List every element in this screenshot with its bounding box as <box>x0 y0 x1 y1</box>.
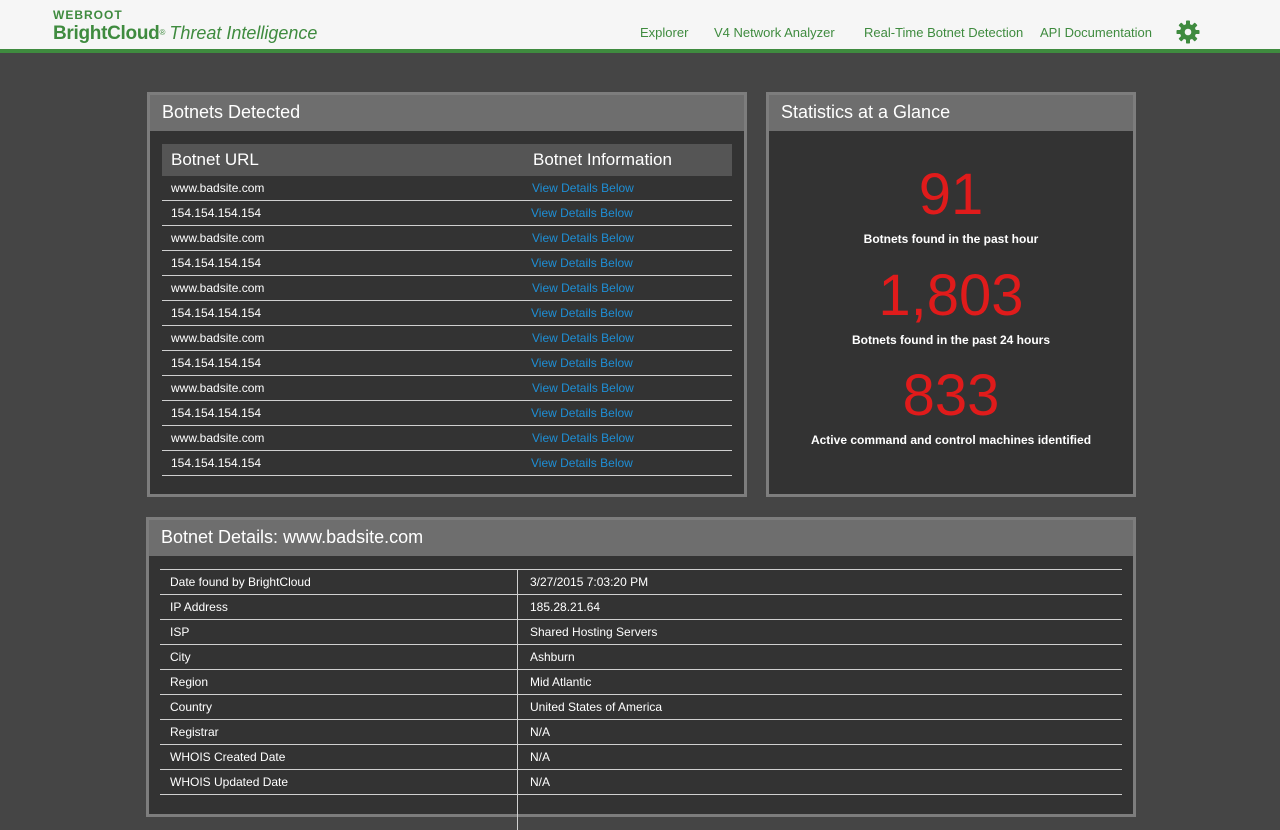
stat-active-cc-machines-value: 833 <box>902 363 1000 428</box>
botnet-url: www.badsite.com <box>171 331 265 345</box>
stat-active-cc-machines-label: Active command and control machines iden… <box>810 433 1092 447</box>
table-row: www.badsite.com View Details Below <box>162 426 732 451</box>
detail-value: United States of America <box>530 700 663 714</box>
botnet-url: 154.154.154.154 <box>171 356 262 370</box>
logo-brand: BrightCloud <box>53 23 160 44</box>
botnet-details-title: Botnet Details: www.badsite.com <box>149 520 1133 556</box>
view-details-link[interactable]: View Details Below <box>532 176 634 201</box>
view-details-link[interactable]: View Details Below <box>531 401 633 426</box>
top-header: WEBROOT BrightCloud® Threat Intelligence … <box>0 0 1280 53</box>
nav-api-documentation[interactable]: API Documentation <box>1040 25 1152 40</box>
botnet-url: www.badsite.com <box>171 231 265 245</box>
botnet-url: www.badsite.com <box>171 281 265 295</box>
detail-row: Country United States of America <box>160 695 1122 720</box>
detail-key: Registrar <box>170 725 219 739</box>
view-details-link[interactable]: View Details Below <box>531 451 633 476</box>
detail-key: WHOIS Updated Date <box>170 775 289 789</box>
botnet-details-table: Date found by BrightCloud 3/27/2015 7:03:… <box>160 569 1122 830</box>
botnet-url: www.badsite.com <box>171 381 265 395</box>
table-row: 154.154.154.154 View Details Below <box>162 201 732 226</box>
botnet-url: www.badsite.com <box>171 431 265 445</box>
view-details-link[interactable]: View Details Below <box>532 276 634 301</box>
botnets-table-header: Botnet URL Botnet Information <box>162 144 732 176</box>
gear-icon[interactable] <box>1176 20 1200 44</box>
detail-row: ISP Shared Hosting Servers <box>160 620 1122 645</box>
table-row: www.badsite.com View Details Below <box>162 226 732 251</box>
nav-v4-network-analyzer[interactable]: V4 Network Analyzer <box>714 25 835 40</box>
detail-row: WHOIS Updated Date N/A <box>160 770 1122 795</box>
detail-key: Date found by BrightCloud <box>170 575 311 589</box>
detail-key: ISP <box>170 625 190 639</box>
view-details-link[interactable]: View Details Below <box>531 251 633 276</box>
detail-value: Ashburn <box>530 650 575 664</box>
table-row: www.badsite.com View Details Below <box>162 376 732 401</box>
logo-subtitle: Threat Intelligence <box>169 23 318 43</box>
detail-row: Date found by BrightCloud 3/27/2015 7:03:… <box>160 570 1122 595</box>
view-details-link[interactable]: View Details Below <box>531 301 633 326</box>
detail-row: Registrar N/A <box>160 720 1122 745</box>
statistics-panel: Statistics at a Glance 91 Botnets found … <box>766 92 1136 497</box>
detail-key: City <box>170 650 191 664</box>
botnet-url: 154.154.154.154 <box>171 406 262 420</box>
table-row: 154.154.154.154 View Details Below <box>162 351 732 376</box>
detail-key: Region <box>170 675 209 689</box>
botnets-panel-title: Botnets Detected <box>150 95 744 131</box>
view-details-link[interactable]: View Details Below <box>532 376 634 401</box>
column-header-url: Botnet URL <box>171 150 259 169</box>
detail-value: 3/27/2015 7:03:20 PM <box>530 575 649 589</box>
botnets-detected-panel: Botnets Detected Botnet URL Botnet Infor… <box>147 92 747 497</box>
detail-key: Country <box>170 700 213 714</box>
table-row: www.badsite.com View Details Below <box>162 276 732 301</box>
botnet-url: 154.154.154.154 <box>171 456 262 470</box>
stat-botnets-past-24h-label: Botnets found in the past 24 hours <box>851 333 1050 347</box>
view-details-link[interactable]: View Details Below <box>532 426 634 451</box>
nav-real-time-botnet-detection[interactable]: Real-Time Botnet Detection <box>864 25 1023 40</box>
nav-explorer[interactable]: Explorer <box>640 25 688 40</box>
detail-row: IP Address 185.28.21.64 <box>160 595 1122 620</box>
logo-registered-mark: ® <box>159 28 166 37</box>
detail-value: N/A <box>530 725 551 739</box>
statistics-panel-title: Statistics at a Glance <box>769 95 1133 131</box>
view-details-link[interactable]: View Details Below <box>531 351 633 376</box>
detail-value: Mid Atlantic <box>530 675 592 689</box>
botnets-table-body: www.badsite.com View Details Below 154.154… <box>162 176 732 476</box>
table-row: www.badsite.com View Details Below <box>162 326 732 351</box>
botnet-details-panel: Botnet Details: www.badsite.com Date fou… <box>146 517 1136 830</box>
botnet-url: www.badsite.com <box>171 181 265 195</box>
logo-company: WEBROOT <box>53 8 123 22</box>
botnet-url: 154.154.154.154 <box>171 206 262 220</box>
column-header-info: Botnet Information <box>533 150 672 169</box>
detail-value: 185.28.21.64 <box>530 600 601 614</box>
stat-botnets-past-24h-value: 1,803 <box>878 263 1024 328</box>
detail-value: Shared Hosting Servers <box>530 625 658 639</box>
view-details-link[interactable]: View Details Below <box>532 226 634 251</box>
table-row: 154.154.154.154 View Details Below <box>162 251 732 276</box>
stat-botnets-past-hour-label: Botnets found in the past hour <box>863 232 1039 246</box>
stat-botnets-past-hour-value: 91 <box>918 162 984 227</box>
table-row: 154.154.154.154 View Details Below <box>162 451 732 476</box>
brightcloud-logo[interactable]: WEBROOT BrightCloud® Threat Intelligence <box>53 9 317 46</box>
detail-key: WHOIS Created Date <box>170 750 286 764</box>
table-row: 154.154.154.154 View Details Below <box>162 301 732 326</box>
detail-value: N/A <box>530 775 551 789</box>
detail-row: Region Mid Atlantic <box>160 670 1122 695</box>
botnet-url: 154.154.154.154 <box>171 256 262 270</box>
detail-key: IP Address <box>170 600 228 614</box>
table-row: www.badsite.com View Details Below <box>162 176 732 201</box>
table-row: 154.154.154.154 View Details Below <box>162 401 732 426</box>
detail-value: N/A <box>530 750 551 764</box>
botnet-url: 154.154.154.154 <box>171 306 262 320</box>
view-details-link[interactable]: View Details Below <box>531 201 633 226</box>
view-details-link[interactable]: View Details Below <box>532 326 634 351</box>
detail-row: City Ashburn <box>160 645 1122 670</box>
detail-row: WHOIS Created Date N/A <box>160 745 1122 770</box>
